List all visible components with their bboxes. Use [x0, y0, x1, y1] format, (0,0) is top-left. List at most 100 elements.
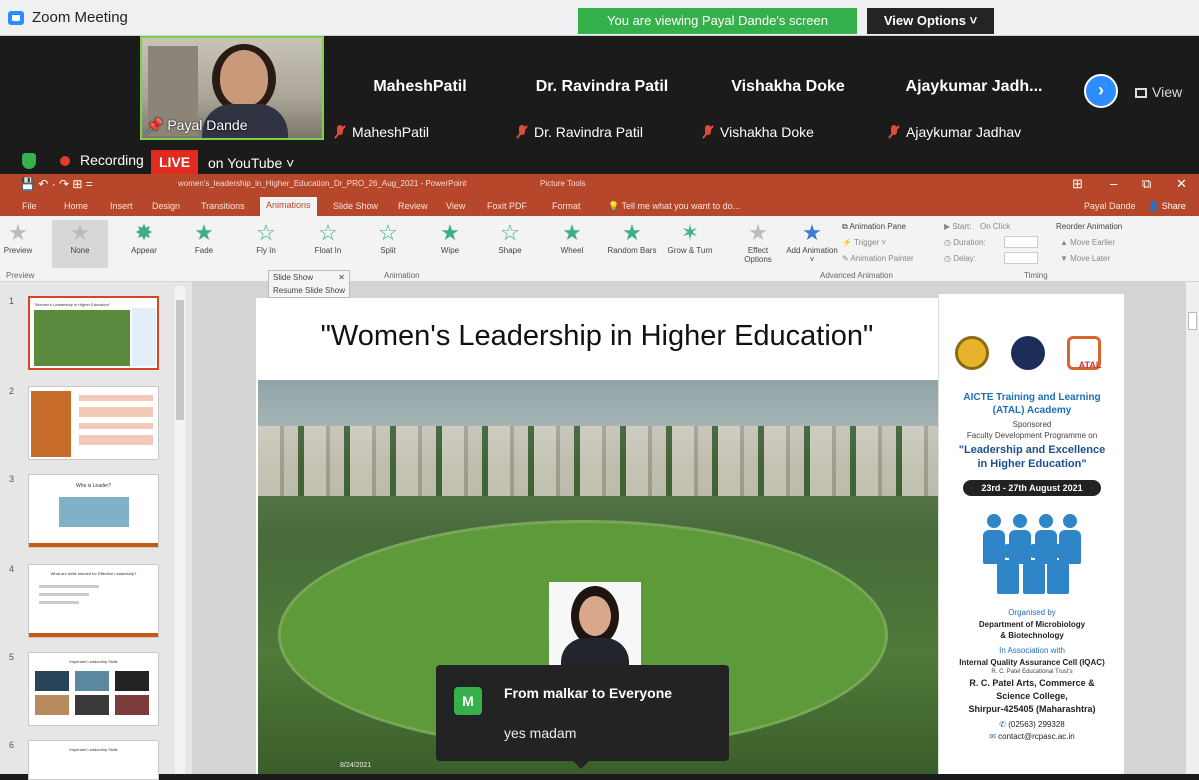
participant-tile[interactable]: Vishakha Doke Vishakha Doke	[698, 40, 878, 142]
aicte-logo-icon	[1011, 336, 1045, 370]
poster-organised: Organised by	[1008, 608, 1056, 617]
animation-appear[interactable]: ✸ Appear	[116, 220, 172, 255]
share-button[interactable]: 👤 Share	[1148, 201, 1186, 212]
move-later-button[interactable]: ▼ Move Later	[1060, 254, 1110, 263]
effect-options-button[interactable]: ★ Effect Options	[738, 220, 778, 264]
animation-wipe[interactable]: ★ Wipe	[422, 220, 478, 255]
animation-painter-button[interactable]: ✎ Animation Painter	[842, 254, 914, 263]
move-earlier-button[interactable]: ▲ Move Earlier	[1060, 238, 1115, 247]
animation-fade[interactable]: ★ Fade	[176, 220, 232, 255]
tab-design[interactable]: Design	[152, 201, 180, 211]
animation-grow-turn[interactable]: ✶ Grow & Turn	[662, 220, 718, 255]
slide-number: 2	[9, 386, 15, 396]
animation-random-bars[interactable]: ★ Random Bars	[604, 220, 660, 255]
slide-show-mini-toolbar[interactable]: Slide Show ✕ Resume Slide Show	[268, 270, 350, 298]
thumb-image	[75, 671, 109, 691]
participant-tile[interactable]: MaheshPatil MaheshPatil	[330, 40, 510, 142]
star-icon: ★	[748, 220, 768, 245]
picture-tools-label: Picture Tools	[540, 179, 586, 188]
close-icon[interactable]: ✕	[1176, 176, 1187, 192]
chat-message: yes madam	[504, 725, 577, 741]
start-dropdown[interactable]: On Click	[980, 222, 1010, 231]
star-icon: ☆	[378, 220, 398, 245]
participant-tile[interactable]: Ajaykumar Jadh... Ajaykumar Jadhav	[884, 40, 1064, 142]
quick-access-toolbar[interactable]: 💾 ↶ · ↷ ⊞ =	[20, 177, 93, 191]
next-page-button[interactable]: ›	[1084, 74, 1118, 108]
animation-none[interactable]: ★ None	[52, 220, 108, 268]
slide-thumbnail[interactable]	[28, 386, 159, 460]
user-name[interactable]: Payal Dande	[1084, 201, 1136, 211]
animation-split[interactable]: ☆ Split	[360, 220, 416, 255]
view-options-button[interactable]: View Options ˅	[867, 8, 994, 34]
phone-icon: ✆	[999, 720, 1009, 729]
delay-input[interactable]	[1004, 252, 1038, 264]
star-icon: ☆	[500, 220, 520, 245]
campus-buildings	[258, 426, 938, 496]
animation-pane-button[interactable]: ⧉ Animation Pane	[842, 222, 906, 232]
mic-muted-icon	[334, 125, 346, 139]
canvas-scrollbar[interactable]	[1186, 282, 1199, 774]
minimize-icon[interactable]: –	[1110, 176, 1117, 191]
chat-notification[interactable]: M From malkar to Everyone yes madam	[436, 665, 729, 769]
add-animation-button[interactable]: ★ Add Animation ˅	[786, 220, 838, 264]
record-dot-icon	[60, 156, 70, 166]
tell-me-box[interactable]: 💡 Tell me what you want to do...	[608, 201, 740, 212]
trigger-button[interactable]: ⚡ Trigger ˅	[842, 238, 886, 247]
star-icon: ☆	[256, 220, 276, 245]
fdp-poster[interactable]: ATAL AICTE Training and Learning (ATAL) …	[938, 294, 1124, 774]
security-shield-icon[interactable]	[22, 153, 36, 169]
slide-date: 8/24/2021	[340, 762, 372, 769]
animation-float-in[interactable]: ☆ Float In	[300, 220, 356, 255]
slide-thumbnail[interactable]: Who is Leader?	[28, 474, 159, 548]
speaker-name: 📌 Payal Dande	[146, 117, 248, 133]
tab-slide-show[interactable]: Slide Show	[333, 201, 378, 211]
view-button[interactable]: View	[1135, 84, 1182, 100]
zoom-logo-icon	[8, 11, 24, 25]
duration-input[interactable]	[1004, 236, 1038, 248]
tab-view[interactable]: View	[446, 201, 465, 211]
slide-thumbnail[interactable]: What are skills needed for Effective Lea…	[28, 564, 159, 638]
thumb-image	[35, 695, 69, 715]
stream-target-dropdown[interactable]: on YouTube ˅	[208, 155, 294, 171]
poster-dept-2: & Biotechnology	[1000, 631, 1064, 640]
slide-thumbnail[interactable]: Important Leadership Skills	[28, 740, 159, 780]
canvas-scroll-thumb[interactable]	[1188, 312, 1197, 330]
live-badge: LIVE	[151, 150, 198, 174]
resume-slide-show-button[interactable]: Resume Slide Show	[273, 286, 345, 295]
participant-label: MaheshPatil	[334, 124, 429, 140]
tab-foxit-pdf[interactable]: Foxit PDF	[487, 201, 527, 211]
poster-dept: Department of Microbiology	[978, 620, 1086, 629]
animation-shape[interactable]: ☆ Shape	[482, 220, 538, 255]
thumb-text-line	[79, 395, 153, 401]
tab-home[interactable]: Home	[64, 201, 88, 211]
thumb-poster	[132, 308, 156, 366]
slide-thumbnail[interactable]: Important Leadership Skills	[28, 652, 159, 726]
slide-show-label: Slide Show	[273, 273, 314, 282]
tab-file[interactable]: File	[22, 201, 37, 211]
restore-icon[interactable]: ⧉	[1142, 176, 1151, 192]
animation-fly-in[interactable]: ☆ Fly In	[238, 220, 294, 255]
close-icon[interactable]: ✕	[338, 273, 345, 282]
tab-format[interactable]: Format	[552, 201, 581, 211]
presenter-portrait[interactable]	[549, 582, 641, 666]
slide-thumbnail-pane: 1 "Women's Leadership in Higher Educatio…	[0, 282, 192, 780]
tab-review[interactable]: Review	[398, 201, 428, 211]
participant-tile[interactable]: Dr. Ravindra Patil Dr. Ravindra Patil	[512, 40, 692, 142]
tab-insert[interactable]: Insert	[110, 201, 133, 211]
grid-icon	[1135, 88, 1147, 98]
slide-title[interactable]: "Women's Leadership in Higher Education"	[256, 320, 938, 353]
add-star-icon: ★	[802, 220, 822, 245]
thumb-title: Who is Leader?	[75, 483, 112, 489]
animation-wheel[interactable]: ★ Wheel	[544, 220, 600, 255]
participant-name: Vishakha Doke	[731, 78, 845, 95]
thumb-title: Important Leadership Skills	[69, 659, 118, 664]
active-speaker-video[interactable]: 📌 Payal Dande	[140, 36, 324, 140]
tab-animations[interactable]: Animations	[260, 197, 317, 216]
slide-thumbnail[interactable]: "Women's Leadership in Higher Education"	[28, 296, 159, 370]
preview-button[interactable]: ★ Preview	[0, 220, 36, 255]
poster-fdp: Faculty Development Programme on	[966, 431, 1098, 440]
tab-transitions[interactable]: Transitions	[201, 201, 245, 211]
ribbon-display-icon[interactable]: ⊞	[1072, 176, 1083, 192]
zoom-title-bar: Zoom Meeting You are viewing Payal Dande…	[0, 0, 1199, 36]
thumbnail-scroll-thumb[interactable]	[176, 300, 184, 420]
